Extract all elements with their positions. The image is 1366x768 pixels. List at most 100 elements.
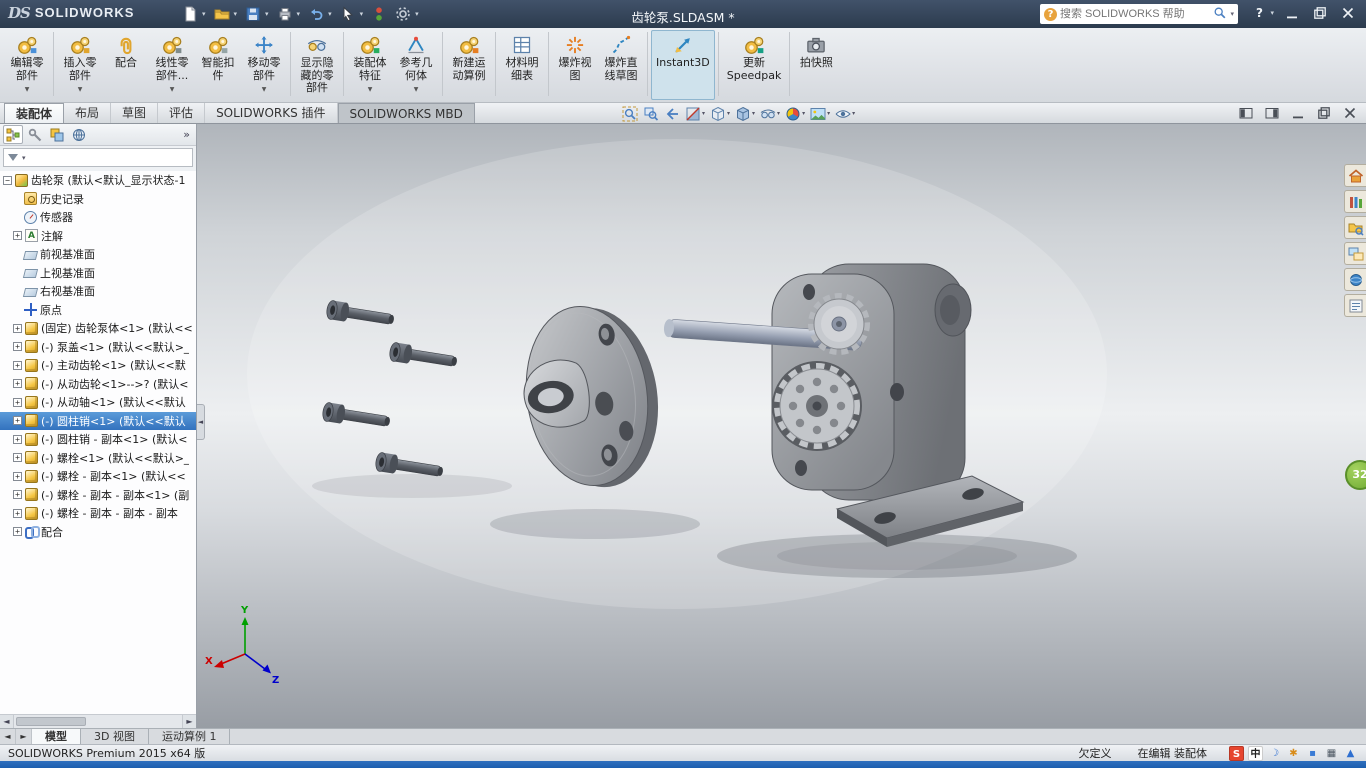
scrollbar-thumb[interactable] [16,717,86,726]
expand-icon[interactable]: + [13,324,22,333]
expand-icon[interactable]: + [13,490,22,499]
scroll-left-icon[interactable]: ◄ [0,715,14,728]
expand-icon[interactable]: + [13,509,22,518]
tree-item[interactable]: 前视基准面 [0,245,196,264]
reference-geometry-button[interactable]: 参考几 何体▼ [393,30,439,100]
tab-运动算例 1[interactable]: 运动算例 1 [149,729,231,744]
zoom-area-icon[interactable] [641,104,661,123]
window-minimize-button[interactable] [1278,2,1306,24]
expand-icon[interactable]: + [13,472,22,481]
expand-icon[interactable]: + [13,527,22,536]
undo-button[interactable] [304,2,328,26]
tree-horizontal-scrollbar[interactable]: ◄ ► [0,714,196,728]
window-restore-button[interactable] [1306,2,1334,24]
pane-right-icon[interactable] [1263,104,1280,121]
panel-overflow-chevron[interactable]: » [183,128,193,141]
graphics-viewport[interactable]: X Y Z 32 [197,124,1366,728]
soft-keyboard-icon[interactable]: ▦ [1324,746,1339,761]
chinese-mode-icon[interactable]: 中 [1248,746,1263,761]
display-style-icon[interactable]: ▾ [733,104,757,123]
new-motion-study-button[interactable]: 新建运 动算例 [446,30,492,100]
tray-up-icon[interactable]: ▲ [1343,746,1358,761]
home-icon[interactable] [1344,164,1366,187]
chevron-down-icon[interactable]: ▾ [702,110,705,117]
update-speedpak-button[interactable]: 更新 Speedpak [722,30,787,100]
tree-item[interactable]: +注解 [0,227,196,246]
configurationmanager-tab[interactable] [47,125,67,144]
tab-布局[interactable]: 布局 [64,103,111,123]
zoom-fit-icon[interactable] [620,104,640,123]
exploded-view-button[interactable]: 爆炸视 图 [552,30,598,100]
doc-close[interactable] [1341,104,1358,121]
view-palette-icon[interactable] [1344,242,1366,265]
search-icon[interactable] [1213,5,1227,24]
window-close-button[interactable] [1334,2,1362,24]
tree-item[interactable]: +(-) 圆柱销<1> (默认<<默认 [0,412,196,431]
chevron-down-icon[interactable]: ▾ [777,110,780,117]
tab-SOLIDWORKS MBD[interactable]: SOLIDWORKS MBD [338,103,475,123]
expand-icon[interactable]: + [13,361,22,370]
tree-item[interactable]: 原点 [0,301,196,320]
expand-icon[interactable]: + [13,453,22,462]
expand-icon[interactable]: − [3,176,12,185]
design-library-icon[interactable] [1344,190,1366,213]
scroll-right-icon[interactable]: ► [182,715,196,728]
tab-草图[interactable]: 草图 [111,103,158,123]
chevron-down-icon[interactable]: ▾ [202,10,206,18]
assembly-features-button[interactable]: 装配体 特征▼ [347,30,393,100]
tree-item[interactable]: +(-) 螺栓 - 副本 - 副本 - 副本 [0,504,196,523]
tree-item[interactable]: +(-) 螺栓 - 副本<1> (默认<< [0,467,196,486]
chevron-down-icon[interactable]: ▾ [328,10,332,18]
mate-button[interactable]: 配合 [103,30,149,100]
chevron-down-icon[interactable]: ▾ [22,154,26,162]
chevron-down-icon[interactable]: ▾ [360,10,364,18]
tree-item[interactable]: 传感器 [0,208,196,227]
chevron-down-icon[interactable]: ▾ [1270,9,1274,17]
view-orientation-icon[interactable]: ▾ [708,104,732,123]
open-document-button[interactable] [210,2,234,26]
panel-collapse-handle[interactable]: ◄ [197,404,205,440]
tree-item[interactable]: +(-) 螺栓 - 副本 - 副本<1> (副 [0,486,196,505]
symbols-icon[interactable]: ✱ [1286,746,1301,761]
displaymanager-tab[interactable] [69,125,89,144]
select-button[interactable] [336,2,360,26]
sogou-input-icon[interactable]: S [1229,746,1244,761]
tab-装配体[interactable]: 装配体 [4,103,64,123]
tree-item[interactable]: +(-) 从动齿轮<1>-->? (默认< [0,375,196,394]
expand-icon[interactable]: + [13,342,22,351]
rebuild-button[interactable] [367,2,391,26]
section-view-icon[interactable]: ▾ [683,104,707,123]
tree-item[interactable]: 历史记录 [0,190,196,209]
tree-item[interactable]: 上视基准面 [0,264,196,283]
chevron-down-icon[interactable]: ▾ [234,10,238,18]
view-settings-icon[interactable]: ▾ [833,104,857,123]
tree-item[interactable]: +(-) 从动轴<1> (默认<<默认 [0,393,196,412]
tree-item[interactable]: +(-) 螺栓<1> (默认<<默认>_ [0,449,196,468]
bill-of-materials-button[interactable]: 材料明 细表 [499,30,545,100]
previous-view-icon[interactable] [662,104,682,123]
tree-item[interactable]: 右视基准面 [0,282,196,301]
hide-show-items-icon[interactable]: ▾ [758,104,782,123]
tab-3D 视图[interactable]: 3D 视图 [81,729,149,744]
tree-item[interactable]: +配合 [0,523,196,542]
chevron-down-icon[interactable]: ▾ [1230,10,1234,18]
help-search-box[interactable]: ? ▾ [1040,4,1238,24]
search-input[interactable] [1060,8,1210,20]
tree-item[interactable]: +(-) 圆柱销 - 副本<1> (默认< [0,430,196,449]
apply-scene-icon[interactable]: ▾ [808,104,832,123]
tree-item[interactable]: −齿轮泵 (默认<默认_显示状态-1 [0,171,196,190]
tab-scroll-next-icon[interactable]: ► [16,729,32,744]
show-hidden-components-button[interactable]: 显示隐 藏的零 部件 [294,30,340,100]
chevron-down-icon[interactable]: ▾ [727,110,730,117]
linear-component-pattern-button[interactable]: 线性零 部件...▼ [149,30,195,100]
tab-scroll-prev-icon[interactable]: ◄ [0,729,16,744]
edit-appearance-icon[interactable]: ▾ [783,104,807,123]
chevron-down-icon[interactable]: ▾ [265,10,269,18]
pane-left-icon[interactable] [1237,104,1254,121]
chevron-down-icon[interactable]: ▾ [802,110,805,117]
chevron-down-icon[interactable]: ▾ [752,110,755,117]
tab-SOLIDWORKS 插件[interactable]: SOLIDWORKS 插件 [205,103,337,123]
explode-line-sketch-button[interactable]: 爆炸直 线草图 [598,30,644,100]
tree-filter[interactable]: ▾ [3,148,193,167]
mic-icon[interactable]: ▪ [1305,746,1320,761]
